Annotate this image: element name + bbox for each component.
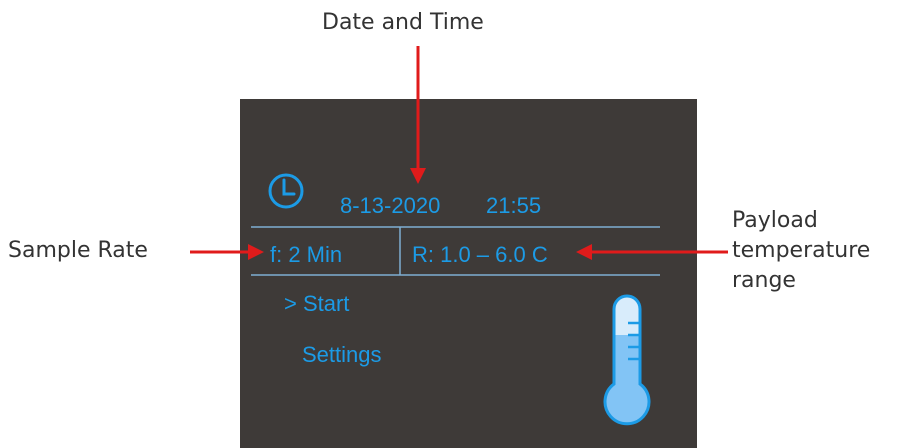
date-time-arrow: [410, 46, 426, 184]
sample-rate-arrow: [190, 244, 264, 260]
callout-arrows: [190, 46, 728, 260]
payload-range-arrow: [576, 244, 728, 260]
